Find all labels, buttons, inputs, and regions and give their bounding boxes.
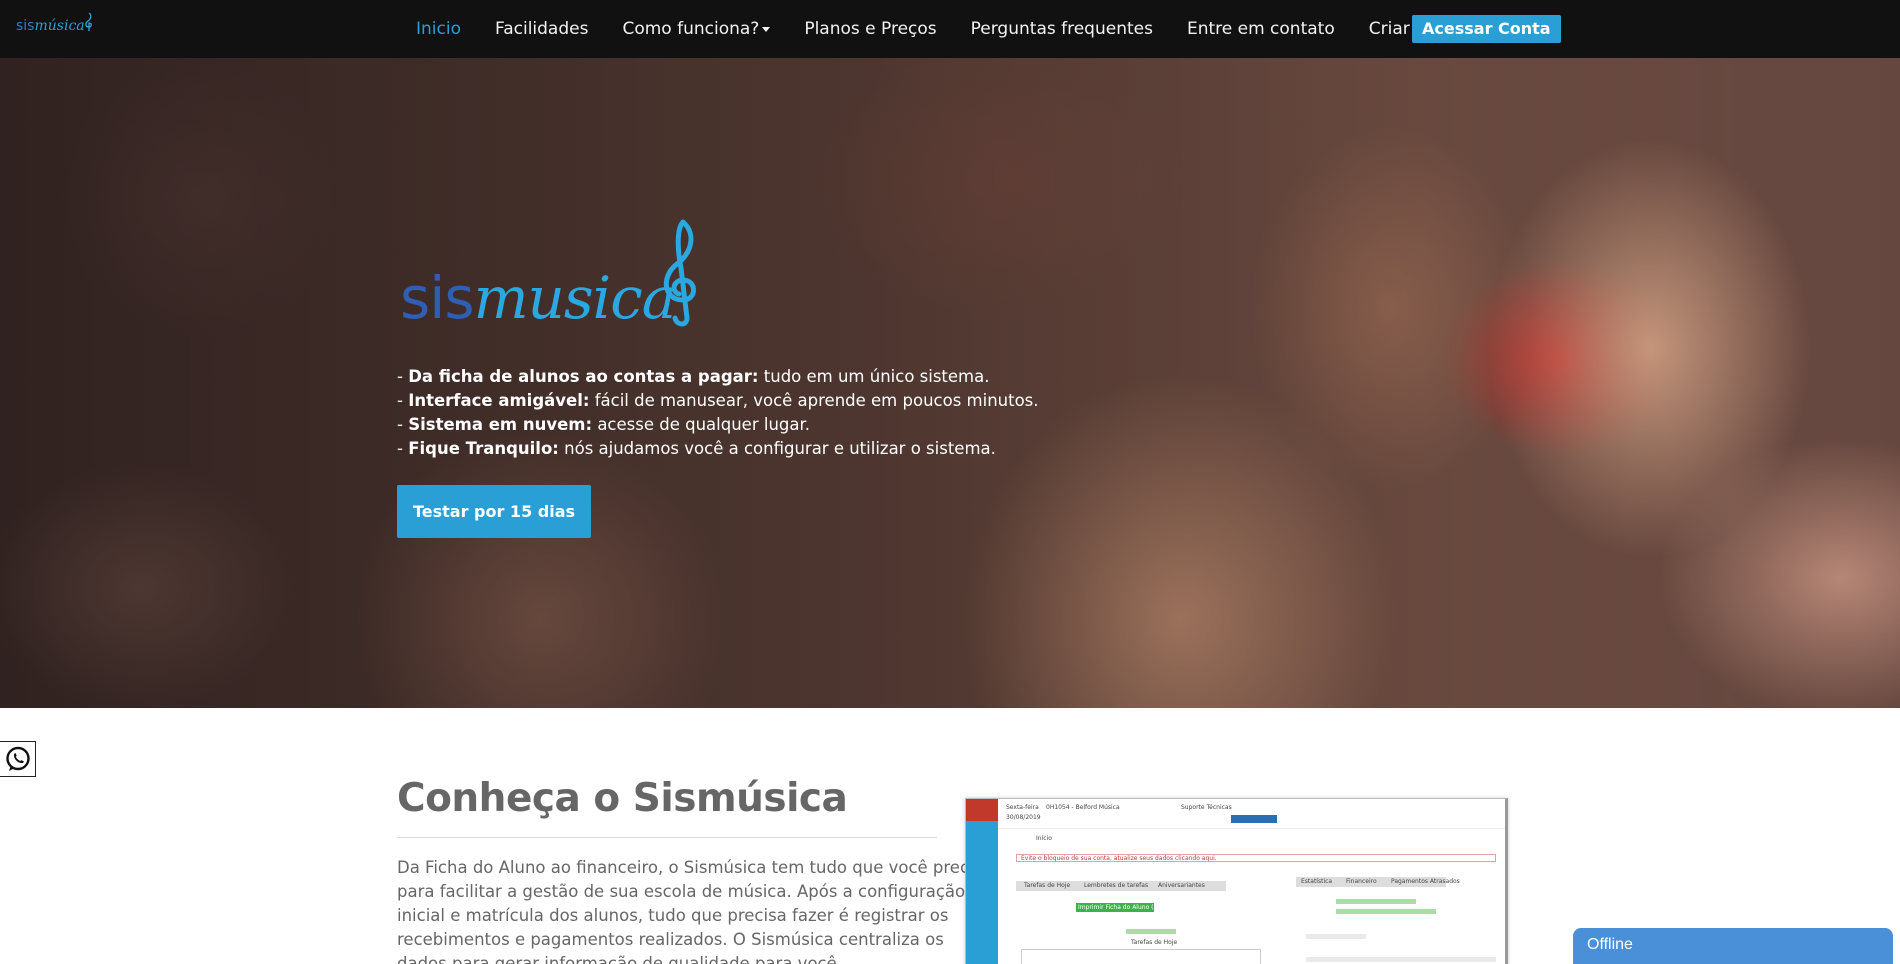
brand-logo-part1: sis [16,18,35,34]
brand-logo-part2: música [34,18,85,34]
app-screenshot-tab-1: Tarefas de Hoje [1024,882,1071,889]
hero-feature-3-bold: Sistema em nuvem: [408,415,593,434]
hero-feature-1: - Da ficha de alunos ao contas a pagar: … [397,367,990,386]
section-description-line-3: inicial e matrícula dos alunos, tudo que… [397,906,949,925]
app-screenshot-table-title: Tarefas de Hoje [1131,939,1178,946]
app-screenshot-alert-text: Evite o bloqueio de sua conta, atualize … [1021,855,1217,862]
free-trial-button[interactable]: Testar por 15 dias [397,485,591,538]
hero-feature-list: - Da ficha de alunos ao contas a pagar: … [397,365,1039,461]
app-screenshot-tab-2: Lembretes de tarefas [1084,882,1149,889]
hero-feature-3: - Sistema em nuvem: acesse de qualquer l… [397,415,810,434]
section-divider [397,837,937,838]
hero-banner: sis musica - Da ficha de alunos ao contas… [0,58,1900,708]
app-screenshot-day: Sexta-feira [1006,804,1039,811]
brand-logo[interactable]: sis música [16,12,94,34]
treble-clef-icon [84,12,92,31]
nav-como-funciona-label: Como funciona? [622,19,760,39]
treble-clef-icon [664,219,697,327]
app-screenshot-table [1021,949,1261,964]
app-screenshot-calendar-badge [966,799,998,821]
nav-facilidades[interactable]: Facilidades [495,19,588,39]
app-screenshot-right-tab-1: Estatística [1301,878,1333,885]
hero-feature-3-text: acesse de qualquer lugar. [592,415,810,434]
hero-feature-2-text: fácil de manusear, você aprende em pouco… [589,391,1039,410]
app-screenshot-row [1336,909,1436,914]
section-description-line-2: para facilitar a gestão de sua escola de… [397,882,966,901]
nav-planos-precos[interactable]: Planos e Preços [804,19,936,39]
whatsapp-button[interactable] [0,741,36,777]
section-description-line-5: dados para gerar informação de qualidade… [397,954,843,964]
hero-logo-part1: sis [400,264,475,332]
app-screenshot-right-tab-2: Financeiro [1346,878,1377,885]
app-screenshot-sidebar [966,799,998,964]
hero-feature-2: - Interface amigável: fácil de manusear,… [397,391,1039,410]
main-nav: Inicio Facilidades Como funciona? Planos… [416,0,1499,58]
app-screenshot-row [1126,929,1176,934]
nav-perguntas-frequentes[interactable]: Perguntas frequentes [971,19,1153,39]
hero-feature-4-bold: Fique Tranquilo: [408,439,559,458]
nav-entre-em-contato[interactable]: Entre em contato [1187,19,1335,39]
app-screenshot-start: Início [1036,835,1052,842]
nav-inicio[interactable]: Inicio [416,19,461,39]
nav-como-funciona[interactable]: Como funciona? [622,19,771,39]
hero-feature-4: - Fique Tranquilo: nós ajudamos você a c… [397,439,996,458]
hero-logo-part2: musica [473,264,677,332]
whatsapp-icon [5,746,30,771]
hero-feature-2-bold: Interface amigável: [408,391,590,410]
section-title: Conheça o Sismúsica [397,776,848,821]
hero-logo: sis musica [400,218,701,332]
hero-feature-4-text: nós ajudamos você a configurar e utiliza… [558,439,996,458]
app-screenshot-row [1336,899,1416,904]
app-screenshot-blue-button [1231,815,1277,823]
app-screenshot-right-tab-3: Pagamentos Atrasados [1391,878,1460,885]
app-screenshot-row [1306,934,1366,939]
chat-status: Offline [1587,936,1633,953]
hero-feature-1-bold: Da ficha de alunos ao contas a pagar: [408,367,759,386]
app-screenshot-tab-3: Aniversariantes [1158,882,1205,889]
app-screenshot-row [1306,957,1496,962]
app-screenshot-school: 0H1054 - Belford Música [1046,804,1120,811]
app-screenshot: Sexta-feira 30/08/2019 0H1054 - Belford … [965,798,1508,964]
access-account-button[interactable]: Acessar Conta [1412,15,1561,43]
hero-feature-1-text: tudo em um único sistema. [758,367,990,386]
chat-widget-offline[interactable]: Offline [1573,928,1893,964]
section-description: Da Ficha do Aluno ao financeiro, o Sismú… [397,856,993,964]
chevron-down-icon [762,26,771,32]
top-navbar: sis música Inicio Facilidades Como funcio… [0,0,1900,58]
section-description-line-1: Da Ficha do Aluno ao financeiro, o Sismú… [397,858,993,877]
app-screenshot-date: 30/08/2019 [1006,814,1041,821]
section-description-line-4: recebimentos e pagamentos realizados. O … [397,930,944,949]
app-screenshot-support: Suporte Técnicas [1181,804,1232,811]
app-screenshot-green-button-label: Imprimir Ficha do Aluno (branco) [1078,904,1177,911]
